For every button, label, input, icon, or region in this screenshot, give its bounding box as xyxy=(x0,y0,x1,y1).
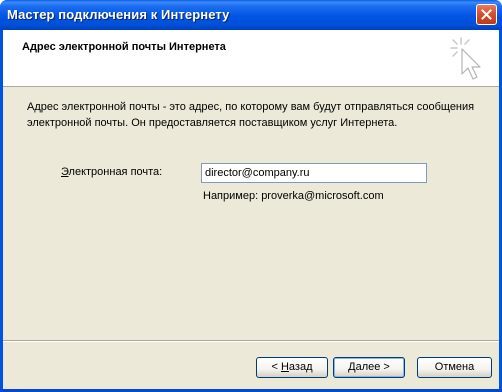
description-text: Адрес электронной почты - это адрес, по … xyxy=(27,101,475,129)
example-text: Например: proverka@microsoft.com xyxy=(203,190,384,202)
email-label-accel: Э xyxy=(61,166,69,178)
back-rest: азад xyxy=(288,361,313,373)
cancel-button[interactable]: Отмена xyxy=(417,357,492,378)
back-accel: Н xyxy=(280,361,289,373)
page-title: Адрес электронной почты Интернета xyxy=(22,41,226,53)
back-prefix: < xyxy=(271,361,281,373)
next-accel: Д xyxy=(348,361,356,373)
dialog-body: Адрес электронной почты Интернета Адрес … xyxy=(3,30,499,389)
wizard-header: Адрес электронной почты Интернета xyxy=(3,30,499,87)
back-button[interactable]: < Назад xyxy=(256,357,328,378)
title-bar[interactable]: Мастер подключения к Интернету xyxy=(0,0,502,30)
email-label-rest: лектронная почта: xyxy=(68,166,163,178)
next-rest: алее > xyxy=(355,361,390,373)
cursor-click-icon xyxy=(450,37,481,80)
close-icon xyxy=(481,9,492,20)
window-title: Мастер подключения к Интернету xyxy=(7,7,230,22)
button-separator xyxy=(3,340,499,342)
next-button[interactable]: Далее > xyxy=(333,357,405,378)
close-button[interactable] xyxy=(476,4,497,25)
email-input[interactable] xyxy=(201,163,427,183)
wizard-window: Мастер подключения к Интернету Адрес эле… xyxy=(0,0,502,392)
email-label: Электронная почта: xyxy=(61,166,162,178)
